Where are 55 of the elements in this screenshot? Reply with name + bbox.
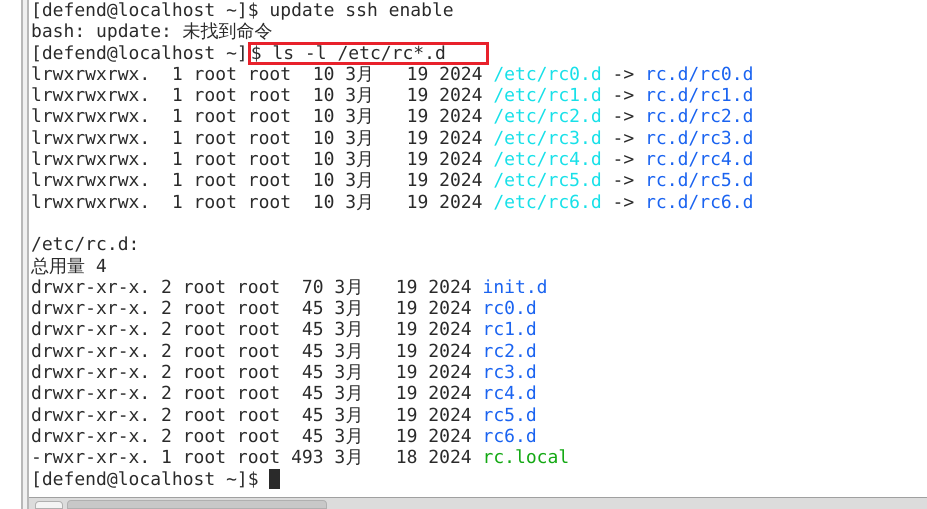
directory-name: rc.d/rc0.d bbox=[645, 64, 754, 86]
directory-name: rc.d/rc2.d bbox=[645, 106, 754, 128]
terminal-text: lrwxrwxrwx. 1 root root 10 3月 19 2024 bbox=[31, 149, 484, 170]
directory-name: init.d bbox=[482, 276, 548, 298]
terminal-text: lrwxrwxrwx. 1 root root 10 3月 19 2024 bbox=[31, 192, 484, 213]
terminal-text: -> bbox=[612, 192, 636, 213]
terminal-text: drwxr-xr-x. 2 root root 70 3月 19 2024 bbox=[31, 276, 473, 298]
terminal-text: 总用量 4 bbox=[31, 256, 107, 277]
directory-name: rc.d/rc6.d bbox=[645, 192, 754, 213]
symlink-name: /etc/rc1.d bbox=[493, 85, 602, 106]
terminal-text: -> bbox=[612, 149, 636, 170]
terminal-text: drwxr-xr-x. 2 root root 45 3月 19 2024 bbox=[31, 404, 473, 426]
terminal-text: lrwxrwxrwx. 1 root root 10 3月 19 2024 bbox=[31, 64, 484, 86]
directory-name: rc.d/rc4.d bbox=[645, 149, 754, 170]
symlink-name: /etc/rc0.d bbox=[493, 64, 602, 86]
directory-name: rc4.d bbox=[482, 383, 537, 405]
symlink-name: /etc/rc5.d bbox=[493, 170, 602, 192]
directory-name: rc2.d bbox=[482, 340, 537, 362]
terminal-text: drwxr-xr-x. 2 root root 45 3月 19 2024 bbox=[31, 340, 473, 362]
directory-name: rc3.d bbox=[482, 362, 537, 384]
terminal-text: lrwxrwxrwx. 1 root root 10 3月 19 2024 bbox=[31, 85, 484, 106]
terminal-text: drwxr-xr-x. 2 root root 45 3月 19 2024 bbox=[31, 298, 473, 320]
terminal-text: -> bbox=[612, 128, 636, 150]
terminal-text: bash: update: 未找到命令 bbox=[31, 21, 273, 43]
terminal-text: lrwxrwxrwx. 1 root root 10 3月 19 2024 bbox=[31, 170, 484, 192]
executable-name: rc.local bbox=[482, 447, 570, 469]
terminal-text: drwxr-xr-x. 2 root root 45 3月 19 2024 bbox=[31, 362, 473, 384]
directory-name: rc1.d bbox=[482, 319, 537, 341]
tab[interactable] bbox=[35, 501, 63, 509]
directory-name: rc.d/rc1.d bbox=[645, 85, 754, 106]
directory-name: rc.d/rc3.d bbox=[645, 128, 754, 150]
terminal-text: drwxr-xr-x. 2 root root 45 3月 19 2024 bbox=[31, 319, 473, 341]
directory-name: rc5.d bbox=[482, 404, 537, 426]
terminal-text: -rwxr-xr-x. 1 root root 493 3月 18 2024 bbox=[31, 447, 473, 469]
tab[interactable] bbox=[67, 500, 327, 509]
symlink-name: /etc/rc4.d bbox=[493, 149, 602, 170]
terminal-text: -> bbox=[612, 106, 636, 128]
terminal-text: -> bbox=[612, 170, 636, 192]
symlink-name: /etc/rc3.d bbox=[493, 128, 602, 150]
terminal-text: [defend@localhost ~]$ update ssh enable bbox=[31, 0, 454, 22]
symlink-name: /etc/rc2.d bbox=[493, 106, 602, 128]
terminal-text: $ ls -l /etc/rc*.d bbox=[248, 42, 489, 65]
directory-name: rc.d/rc5.d bbox=[645, 170, 754, 192]
terminal-text: -> bbox=[612, 85, 636, 106]
terminal-text: [defend@localhost ~] bbox=[31, 42, 248, 64]
directory-name: rc0.d bbox=[482, 298, 537, 320]
terminal-text: drwxr-xr-x. 2 root root 45 3月 19 2024 bbox=[31, 383, 473, 405]
terminal-text: lrwxrwxrwx. 1 root root 10 3月 19 2024 bbox=[31, 128, 484, 150]
terminal-text: -> bbox=[612, 64, 636, 86]
terminal-text: drwxr-xr-x. 2 root root 45 3月 19 2024 bbox=[31, 426, 473, 448]
terminal-text: lrwxrwxrwx. 1 root root 10 3月 19 2024 bbox=[31, 106, 484, 128]
symlink-name: /etc/rc6.d bbox=[493, 192, 602, 213]
terminal-text: [defend@localhost ~]$ bbox=[31, 468, 260, 490]
terminal-text: /etc/rc.d: bbox=[31, 234, 140, 256]
directory-name: rc6.d bbox=[482, 426, 537, 448]
